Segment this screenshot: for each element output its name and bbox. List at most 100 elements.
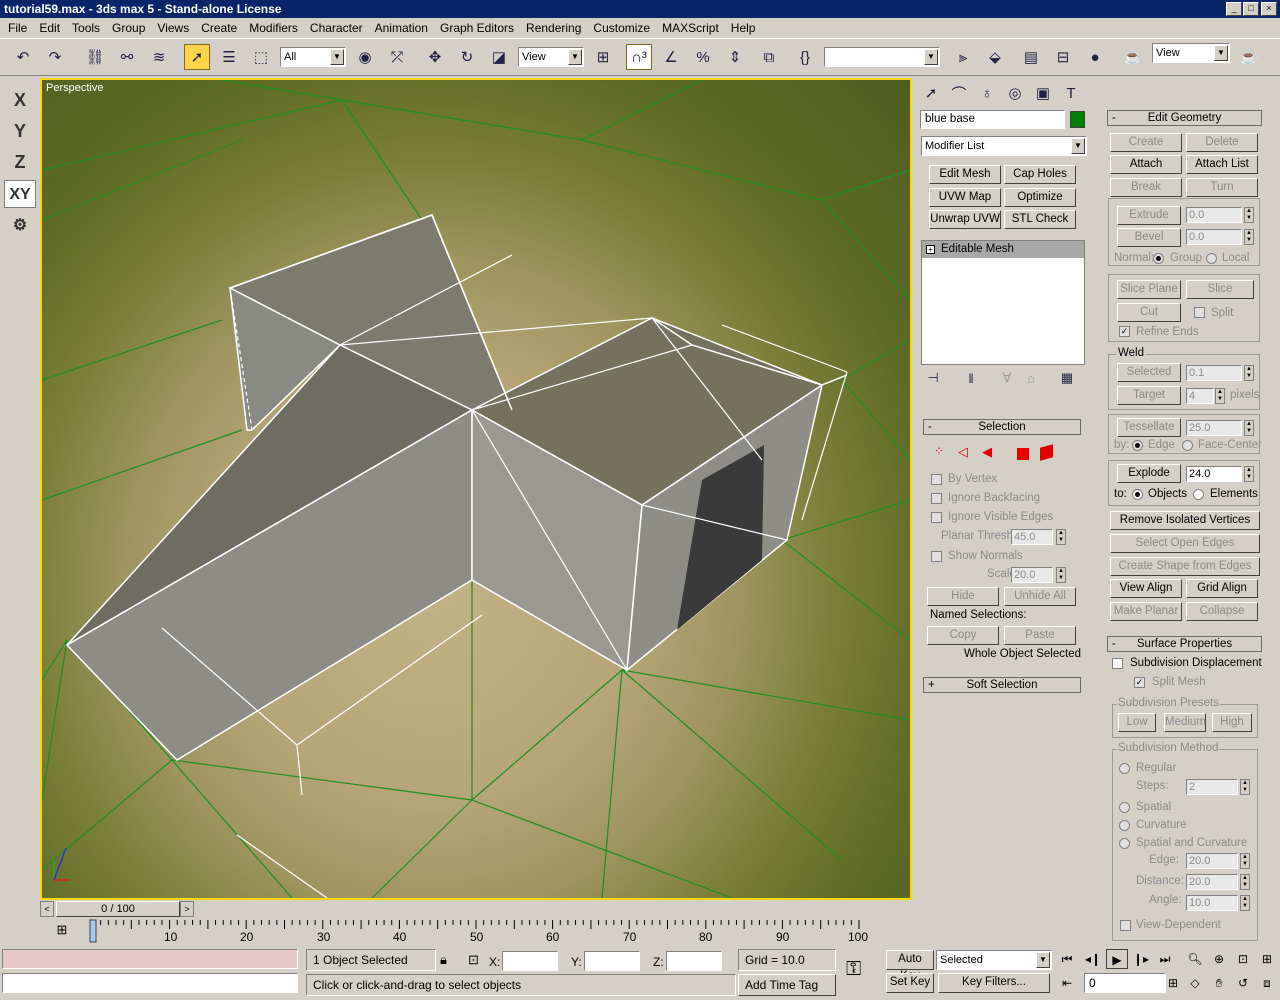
explode-objects-radio[interactable] bbox=[1132, 489, 1143, 500]
mirror-icon[interactable]: ⫸ bbox=[950, 44, 976, 70]
polygon-mode-icon[interactable] bbox=[1017, 448, 1029, 460]
menu-rendering[interactable]: Rendering bbox=[520, 21, 587, 35]
by-vertex-checkbox[interactable] bbox=[931, 474, 942, 485]
create-shape-from-edges-button[interactable]: Create Shape from Edges bbox=[1110, 557, 1260, 576]
redo-icon[interactable]: ↷ bbox=[42, 44, 68, 70]
key-mode-toggle-icon[interactable]: ⇤ bbox=[1056, 973, 1078, 993]
y-coordinate-field[interactable] bbox=[584, 951, 640, 971]
render-scene-icon[interactable]: ☕ bbox=[1120, 44, 1146, 70]
select-open-edges-button[interactable]: Select Open Edges bbox=[1110, 534, 1260, 553]
edit-named-selection-icon[interactable]: ⧉ bbox=[756, 44, 782, 70]
select-and-move-icon[interactable]: ✥ bbox=[422, 44, 448, 70]
stl-check-button[interactable]: STL Check bbox=[1004, 210, 1076, 229]
abc-icon[interactable]: {} bbox=[792, 44, 818, 70]
expand-icon[interactable]: + bbox=[926, 245, 935, 254]
time-slider-next-icon[interactable]: > bbox=[180, 901, 194, 917]
cap-holes-button[interactable]: Cap Holes bbox=[1004, 165, 1076, 184]
menu-create[interactable]: Create bbox=[195, 21, 243, 35]
uvw-map-button[interactable]: UVW Map bbox=[929, 188, 1001, 207]
distance-spinner[interactable]: ▲ ▼ bbox=[1240, 874, 1250, 890]
edit-mesh-button[interactable]: Edit Mesh bbox=[929, 165, 1001, 184]
menu-modifiers[interactable]: Modifiers bbox=[243, 21, 304, 35]
planar-thresh-spinner[interactable]: ▲ ▼ bbox=[1056, 529, 1066, 545]
tessellate-edge-radio[interactable] bbox=[1132, 440, 1143, 451]
unwrap-uvw-button[interactable]: Unwrap UVW bbox=[929, 210, 1001, 229]
edge-mode-icon[interactable]: ◁ bbox=[958, 444, 972, 459]
percent-snap-icon[interactable]: % bbox=[690, 44, 716, 70]
collapse-button[interactable]: Collapse bbox=[1186, 602, 1258, 621]
render-type-dropdown[interactable]: View ▼ bbox=[1152, 43, 1230, 63]
menu-views[interactable]: Views bbox=[151, 21, 195, 35]
turn-button[interactable]: Turn bbox=[1186, 178, 1258, 197]
explode-spinner[interactable]: ▲ ▼ bbox=[1244, 466, 1254, 482]
slice-button[interactable]: Slice bbox=[1186, 280, 1254, 299]
explode-field[interactable]: 24.0 bbox=[1186, 466, 1242, 482]
edit-geometry-rollout-header[interactable]: - Edit Geometry bbox=[1107, 110, 1262, 126]
bevel-spinner[interactable]: ▲ ▼ bbox=[1244, 229, 1254, 245]
perspective-viewport[interactable]: Perspective bbox=[40, 78, 912, 900]
menu-group[interactable]: Group bbox=[106, 21, 151, 35]
material-editor-icon[interactable]: ● bbox=[1082, 44, 1108, 70]
attach-button[interactable]: Attach bbox=[1110, 155, 1182, 174]
time-slider[interactable]: < 0 / 100 > bbox=[40, 900, 912, 918]
display-tab-icon[interactable]: ▣ bbox=[1030, 80, 1056, 106]
close-button[interactable]: × bbox=[1261, 2, 1277, 16]
pan-icon[interactable]: ✋︎ bbox=[1208, 973, 1230, 993]
menu-file[interactable]: File bbox=[2, 21, 33, 35]
play-icon[interactable]: ▶ bbox=[1106, 949, 1128, 969]
edge-field[interactable]: 20.0 bbox=[1186, 853, 1238, 869]
menu-edit[interactable]: Edit bbox=[33, 21, 66, 35]
bind-space-warp-icon[interactable]: ≋ bbox=[146, 44, 172, 70]
preset-low-button[interactable]: Low bbox=[1118, 713, 1156, 732]
bevel-button[interactable]: Bevel bbox=[1117, 228, 1181, 247]
zoom-icon[interactable]: 🔍︎ bbox=[1184, 949, 1206, 969]
constrain-y-button[interactable]: Y bbox=[4, 117, 36, 145]
surface-properties-rollout-header[interactable]: - Surface Properties bbox=[1107, 636, 1262, 652]
show-end-result-icon[interactable]: ‖ bbox=[960, 368, 982, 388]
distance-field[interactable]: 20.0 bbox=[1186, 874, 1238, 890]
split-mesh-checkbox[interactable]: ✓ bbox=[1134, 677, 1145, 688]
pivot-center-icon[interactable]: ⊞ bbox=[590, 44, 616, 70]
current-frame-field[interactable]: 0 bbox=[1084, 973, 1166, 993]
weld-target-field[interactable]: 4 bbox=[1186, 388, 1214, 404]
set-key-button[interactable]: Set Key bbox=[886, 973, 934, 993]
undo-icon[interactable]: ↶ bbox=[10, 44, 36, 70]
arc-rotate-icon[interactable]: ↺ bbox=[1232, 973, 1254, 993]
window-crossing-icon[interactable]: ⤱ bbox=[384, 44, 410, 70]
weld-selected-field[interactable]: 0.1 bbox=[1186, 365, 1242, 381]
menu-animation[interactable]: Animation bbox=[369, 21, 434, 35]
weld-target-button[interactable]: Target bbox=[1117, 386, 1181, 405]
go-to-start-icon[interactable]: ⏮ bbox=[1056, 949, 1078, 969]
local-radio[interactable] bbox=[1206, 253, 1217, 264]
make-planar-button[interactable]: Make Planar bbox=[1110, 602, 1182, 621]
tessellate-spinner[interactable]: ▲ ▼ bbox=[1244, 420, 1254, 436]
angle-snap-icon[interactable]: ∠ bbox=[658, 44, 684, 70]
viewport-label[interactable]: Perspective bbox=[46, 82, 103, 94]
curvature-radio[interactable] bbox=[1119, 820, 1130, 831]
select-and-rotate-icon[interactable]: ↻ bbox=[454, 44, 480, 70]
zoom-extents-all-icon[interactable]: ⊞ bbox=[1256, 949, 1278, 969]
steps-spinner[interactable]: ▲ ▼ bbox=[1240, 779, 1250, 795]
time-slider-thumb[interactable]: 0 / 100 bbox=[56, 901, 180, 917]
ignore-visible-edges-checkbox[interactable] bbox=[931, 512, 942, 523]
view-align-button[interactable]: View Align bbox=[1110, 579, 1182, 598]
create-button[interactable]: Create bbox=[1110, 133, 1182, 152]
weld-selected-button[interactable]: Selected bbox=[1117, 363, 1181, 382]
show-normals-checkbox[interactable] bbox=[931, 551, 942, 562]
create-tab-icon[interactable]: ➚ bbox=[918, 80, 944, 106]
weld-target-spinner[interactable]: ▲ ▼ bbox=[1215, 388, 1225, 404]
regular-radio[interactable] bbox=[1119, 763, 1130, 774]
scale-field[interactable]: 20.0 bbox=[1011, 567, 1053, 583]
view-dependent-checkbox[interactable] bbox=[1120, 920, 1131, 931]
menu-character[interactable]: Character bbox=[304, 21, 369, 35]
attach-list-button[interactable]: Attach List bbox=[1186, 155, 1258, 174]
preset-high-button[interactable]: High bbox=[1212, 713, 1252, 732]
planar-thresh-field[interactable]: 45.0 bbox=[1011, 529, 1053, 545]
maximize-button[interactable]: □ bbox=[1243, 2, 1259, 16]
modifier-list-dropdown[interactable]: Modifier List ▼ bbox=[921, 136, 1087, 156]
delete-button[interactable]: Delete bbox=[1186, 133, 1258, 152]
select-object-icon[interactable]: ➚ bbox=[184, 44, 210, 70]
extrude-field[interactable]: 0.0 bbox=[1186, 207, 1242, 223]
make-unique-icon[interactable]: ∀ bbox=[996, 368, 1018, 388]
vertex-mode-icon[interactable]: ⁘ bbox=[934, 444, 948, 458]
